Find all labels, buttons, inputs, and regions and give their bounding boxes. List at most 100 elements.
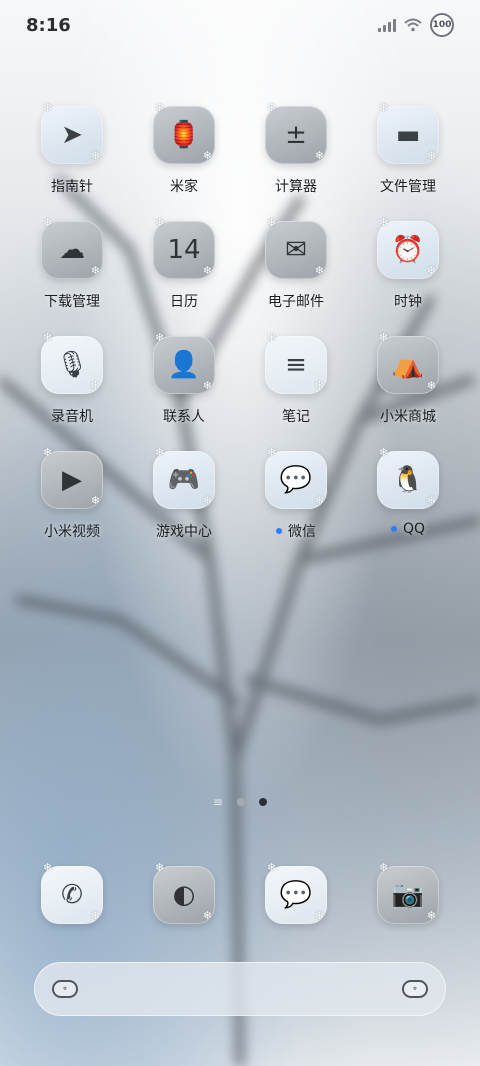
folder-icon-glyph: ▬ bbox=[395, 120, 421, 150]
app-microphone[interactable]: ❄ 🎙 ❄ 录音机 bbox=[16, 331, 128, 426]
app-compass[interactable]: ❄ ➤ ❄ 指南针 bbox=[16, 101, 128, 196]
status-time: 8:16 bbox=[26, 14, 71, 36]
app-label: 计算器 bbox=[275, 176, 317, 196]
snow-decoration-icon: ❄ bbox=[202, 494, 212, 507]
app-calculator[interactable]: ❄ ± ❄ 计算器 bbox=[240, 101, 352, 196]
app-wechat[interactable]: ❄ 💬 ❄ 微信 bbox=[240, 446, 352, 541]
app-label: 日历 bbox=[170, 291, 198, 311]
snow-decoration-icon: ❄ bbox=[43, 861, 53, 874]
page-menu-icon: ≡ bbox=[212, 795, 224, 809]
app-notes[interactable]: ❄ ≡ ❄ 笔记 bbox=[240, 331, 352, 426]
snow-decoration-icon: ❄ bbox=[155, 861, 165, 874]
video-icon[interactable]: ❄ ▶ ❄ bbox=[41, 446, 103, 509]
snow-decoration-icon: ❄ bbox=[426, 264, 436, 277]
page-dot-2[interactable] bbox=[259, 798, 268, 806]
app-label: 米家 bbox=[170, 176, 198, 196]
snow-decoration-icon: ❄ bbox=[90, 379, 100, 392]
folder-icon[interactable]: ❄ ▬ ❄ bbox=[377, 101, 439, 164]
calendar-icon-glyph: 14 bbox=[167, 235, 201, 265]
page-dot-1[interactable] bbox=[237, 798, 246, 806]
calculator-icon[interactable]: ❄ ± ❄ bbox=[265, 101, 327, 164]
browser-icon-glyph: ◐ bbox=[172, 880, 196, 910]
phone-icon[interactable]: ❄ ✆ ❄ bbox=[41, 861, 103, 924]
app-label-text: 微信 bbox=[288, 524, 316, 540]
status-icons: 100 bbox=[378, 13, 454, 37]
dock-camera[interactable]: ❄ 📷 ❄ bbox=[352, 861, 464, 924]
snow-decoration-icon: ❄ bbox=[43, 216, 53, 229]
store-icon[interactable]: ❄ ⛺ ❄ bbox=[377, 331, 439, 394]
snow-decoration-icon: ❄ bbox=[426, 379, 436, 392]
mail-icon[interactable]: ❄ ✉ ❄ bbox=[265, 216, 327, 279]
app-store[interactable]: ❄ ⛺ ❄ 小米商城 bbox=[352, 331, 464, 426]
app-label-text: 电子邮件 bbox=[268, 294, 324, 310]
app-label: 录音机 bbox=[51, 406, 93, 426]
notification-dot bbox=[390, 526, 397, 532]
app-calendar[interactable]: ❄ 14 ❄ 日历 bbox=[128, 216, 240, 311]
contact-icon[interactable]: ❄ 👤 ❄ bbox=[153, 331, 215, 394]
snow-decoration-icon: ❄ bbox=[202, 264, 212, 277]
app-qq-penguin[interactable]: ❄ 🐧 ❄ QQ bbox=[352, 446, 464, 541]
snow-decoration-icon: ❄ bbox=[90, 494, 100, 507]
snow-decoration-icon: ❄ bbox=[426, 494, 436, 507]
snow-decoration-icon: ❄ bbox=[43, 101, 53, 114]
microphone-icon-glyph: 🎙 bbox=[55, 350, 89, 380]
snow-decoration-icon: ❄ bbox=[90, 264, 100, 277]
app-label: 下载管理 bbox=[44, 291, 100, 311]
app-label-text: 小米商城 bbox=[380, 409, 436, 425]
dock-phone[interactable]: ❄ ✆ ❄ bbox=[16, 861, 128, 924]
snow-decoration-icon: ❄ bbox=[267, 101, 277, 114]
notes-icon[interactable]: ❄ ≡ ❄ bbox=[265, 331, 327, 394]
wifi-icon bbox=[404, 18, 422, 32]
app-label: 联系人 bbox=[163, 406, 205, 426]
app-gamepad[interactable]: ❄ 🎮 ❄ 游戏中心 bbox=[128, 446, 240, 541]
gamepad-icon[interactable]: ❄ 🎮 ❄ bbox=[153, 446, 215, 509]
snow-decoration-icon: ❄ bbox=[202, 909, 212, 922]
app-label-text: 米家 bbox=[170, 179, 198, 195]
app-label-text: 下载管理 bbox=[44, 294, 100, 310]
app-mail[interactable]: ❄ ✉ ❄ 电子邮件 bbox=[240, 216, 352, 311]
app-cloud-download[interactable]: ❄ ☁ ❄ 下载管理 bbox=[16, 216, 128, 311]
app-label-text: 指南针 bbox=[51, 179, 93, 195]
app-video[interactable]: ❄ ▶ ❄ 小米视频 bbox=[16, 446, 128, 541]
app-contact[interactable]: ❄ 👤 ❄ 联系人 bbox=[128, 331, 240, 426]
store-icon-glyph: ⛺ bbox=[391, 350, 425, 380]
status-bar: 8:16 100 bbox=[0, 0, 480, 50]
qq-penguin-icon[interactable]: ❄ 🐧 ❄ bbox=[377, 446, 439, 509]
app-label-text: 计算器 bbox=[275, 179, 317, 195]
app-label: 指南针 bbox=[51, 176, 93, 196]
messages-icon-glyph: 💬 bbox=[279, 880, 313, 910]
snow-decoration-icon: ❄ bbox=[314, 494, 324, 507]
app-label-text: 游戏中心 bbox=[156, 524, 212, 540]
voice-assistant-icon[interactable]: ∘ bbox=[402, 980, 428, 998]
camera-icon[interactable]: ❄ 📷 ❄ bbox=[377, 861, 439, 924]
page-indicator[interactable]: ≡ bbox=[0, 795, 480, 809]
app-label: 电子邮件 bbox=[268, 291, 324, 311]
gamepad-icon-glyph: 🎮 bbox=[167, 465, 201, 495]
assistant-icon[interactable]: ∘ bbox=[52, 980, 78, 998]
snow-decoration-icon: ❄ bbox=[314, 149, 324, 162]
cloud-download-icon[interactable]: ❄ ☁ ❄ bbox=[41, 216, 103, 279]
snow-decoration-icon: ❄ bbox=[314, 909, 324, 922]
app-label-text: 文件管理 bbox=[380, 179, 436, 195]
app-alarm-clock[interactable]: ❄ ⏰ ❄ 时钟 bbox=[352, 216, 464, 311]
snow-decoration-icon: ❄ bbox=[379, 861, 389, 874]
snow-decoration-icon: ❄ bbox=[155, 101, 165, 114]
app-lamp[interactable]: ❄ 🏮 ❄ 米家 bbox=[128, 101, 240, 196]
dock-messages[interactable]: ❄ 💬 ❄ bbox=[240, 861, 352, 924]
search-bar[interactable]: ∘ ∘ bbox=[34, 962, 446, 1016]
compass-icon[interactable]: ❄ ➤ ❄ bbox=[41, 101, 103, 164]
app-label: QQ bbox=[390, 521, 425, 537]
microphone-icon[interactable]: ❄ 🎙 ❄ bbox=[41, 331, 103, 394]
wechat-icon[interactable]: ❄ 💬 ❄ bbox=[265, 446, 327, 509]
wechat-icon-glyph: 💬 bbox=[279, 465, 313, 495]
app-folder[interactable]: ❄ ▬ ❄ 文件管理 bbox=[352, 101, 464, 196]
app-label-text: 小米视频 bbox=[44, 524, 100, 540]
calendar-icon[interactable]: ❄ 14 ❄ bbox=[153, 216, 215, 279]
alarm-clock-icon[interactable]: ❄ ⏰ ❄ bbox=[377, 216, 439, 279]
notification-dot bbox=[276, 528, 282, 534]
lamp-icon[interactable]: ❄ 🏮 ❄ bbox=[153, 101, 215, 164]
browser-icon[interactable]: ❄ ◐ ❄ bbox=[153, 861, 215, 924]
dock-browser[interactable]: ❄ ◐ ❄ bbox=[128, 861, 240, 924]
messages-icon[interactable]: ❄ 💬 ❄ bbox=[265, 861, 327, 924]
calculator-icon-glyph: ± bbox=[285, 120, 307, 150]
